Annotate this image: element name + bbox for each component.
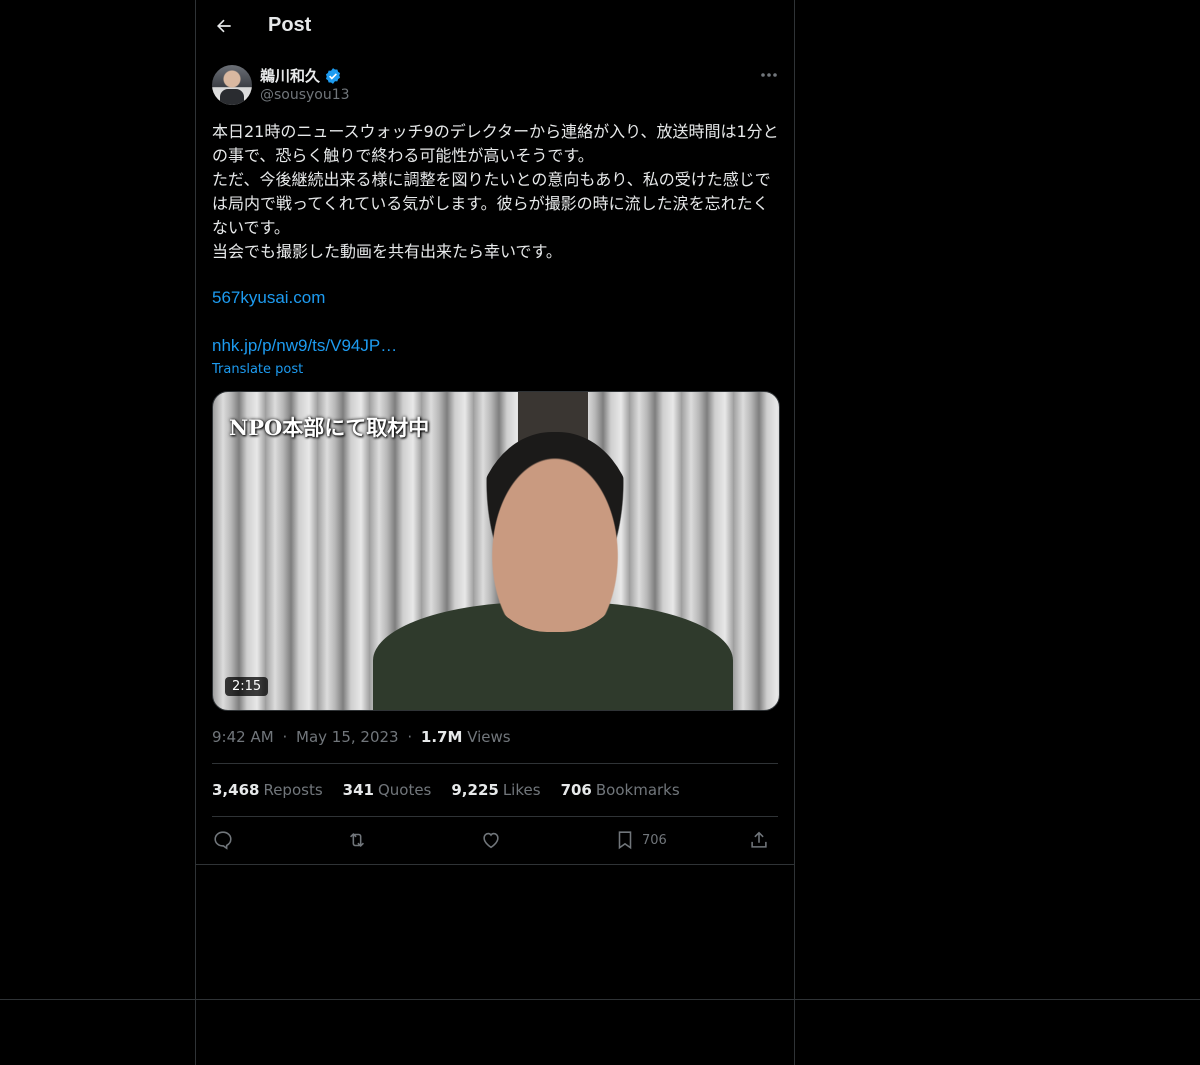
reply-icon: [214, 831, 232, 850]
more-icon: [761, 73, 777, 77]
repost-button[interactable]: [346, 826, 368, 854]
quotes-label: Quotes: [377, 781, 432, 799]
quotes-count: 341: [342, 781, 374, 799]
verified-badge-icon: [325, 67, 341, 84]
divider: [212, 816, 778, 817]
page-title: Post: [268, 14, 312, 36]
likes-count: 9,225: [451, 781, 499, 799]
bookmark-button[interactable]: 706: [614, 826, 667, 854]
post-header: Post: [196, 0, 794, 53]
page-divider: [0, 999, 1200, 1000]
meta-separator: ·: [407, 728, 413, 746]
bookmarks-label: Bookmarks: [595, 781, 680, 799]
likes-stat[interactable]: 9,225 Likes: [451, 781, 540, 799]
repost-icon: [350, 832, 364, 848]
bookmark-icon: [618, 831, 632, 850]
author-name[interactable]: 鵜川和久: [260, 65, 342, 86]
views-count: 1.7M: [420, 728, 463, 746]
more-button[interactable]: [756, 64, 782, 86]
quotes-stat[interactable]: 341 Quotes: [343, 781, 432, 799]
divider: [212, 763, 778, 764]
video-duration: 2:15: [225, 677, 269, 696]
reposts-stat[interactable]: 3,468 Reposts: [212, 781, 323, 799]
bookmark-count: 706: [642, 832, 667, 848]
video-thumbnail[interactable]: NPO本部にて取材中 2:15: [212, 391, 780, 711]
author-handle[interactable]: @sousyou13: [260, 87, 350, 103]
tweet-link-567kyusai[interactable]: 567kyusai.com: [212, 288, 325, 308]
tweet-text: 本日21時のニュースウォッチ9のデレクターから連絡が入り、放送時間は1分との事で…: [212, 122, 779, 261]
arrow-left-icon: [217, 19, 231, 33]
tweet-link-nhk[interactable]: nhk.jp/p/nw9/ts/V94JP…: [212, 336, 397, 356]
heart-icon: [483, 832, 499, 849]
bookmarks-count: 706: [560, 781, 592, 799]
back-button[interactable]: [210, 12, 238, 40]
bookmarks-stat[interactable]: 706 Bookmarks: [561, 781, 680, 799]
meta-separator: ·: [282, 728, 288, 746]
share-icon: [751, 831, 767, 848]
action-bar: 706: [212, 826, 778, 856]
avatar[interactable]: [212, 65, 252, 105]
post-date[interactable]: May 15, 2023: [296, 728, 399, 746]
share-button[interactable]: [748, 826, 770, 854]
post-metadata: 9:42 AM · May 15, 2023 · 1.7M Views: [212, 728, 511, 746]
views-label: Views: [467, 728, 511, 746]
reposts-count: 3,468: [212, 781, 260, 799]
primary-column: Post 鵜川和久 @sousyou13 本日21時のニュースウォッチ9のデレク…: [195, 0, 795, 1065]
divider: [196, 864, 794, 865]
video-caption: NPO本部にて取材中: [229, 415, 430, 440]
author-name-text: 鵜川和久: [260, 67, 321, 85]
translate-post-link[interactable]: Translate post: [212, 362, 303, 377]
post-time[interactable]: 9:42 AM: [212, 728, 274, 746]
reposts-label: Reposts: [263, 781, 323, 799]
likes-label: Likes: [502, 781, 541, 799]
like-button[interactable]: [480, 826, 502, 854]
reply-button[interactable]: [212, 826, 234, 854]
media-person-head: [475, 432, 635, 632]
engagement-stats: 3,468 Reposts 341 Quotes 9,225 Likes 706 Boo…: [212, 781, 680, 799]
